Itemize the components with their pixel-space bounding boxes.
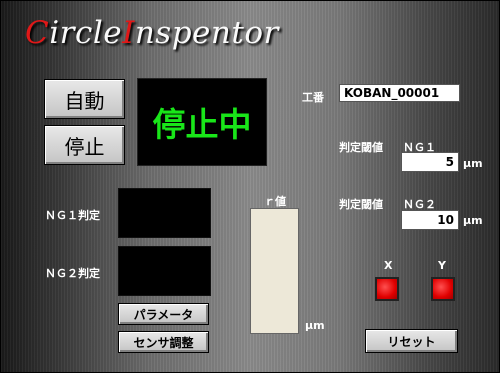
threshold-ng2-input[interactable]: 10: [401, 210, 459, 230]
ng1-judgment-display: [118, 188, 211, 238]
work-number-field[interactable]: KOBAN_00001: [339, 84, 460, 102]
status-display: 停止中: [137, 78, 267, 166]
x-indicator-lamp: [375, 277, 399, 301]
threshold-ng2-unit: μm: [463, 214, 483, 227]
threshold-ng2-label: 判定閾値: [339, 198, 383, 211]
auto-button[interactable]: 自動: [44, 79, 125, 119]
sensor-adjust-button[interactable]: センサ調整: [118, 331, 209, 353]
r-value-label: ｒ値: [264, 195, 286, 208]
x-indicator-label: X: [384, 259, 393, 272]
app-title: CircleInspentor: [25, 15, 279, 51]
work-number-label: 工番: [302, 91, 324, 104]
y-indicator-lamp: [431, 277, 455, 301]
circle-inspentor-window: CircleInspentor 自動 停止 停止中 ＮＧ１判定 ＮＧ２判定 パラ…: [0, 0, 500, 373]
ng2-judgment-display: [118, 246, 211, 296]
threshold-ng1-unit: μm: [463, 157, 483, 170]
parameters-button[interactable]: パラメータ: [118, 303, 209, 325]
y-indicator-label: Y: [438, 259, 446, 272]
threshold-ng1-label: 判定閾値: [339, 141, 383, 154]
reset-button[interactable]: リセット: [365, 329, 458, 353]
threshold-ng1-input[interactable]: 5: [401, 152, 459, 172]
r-value-unit: μm: [305, 319, 325, 332]
r-value-display: [250, 208, 299, 334]
ng1-judgment-label: ＮＧ１判定: [45, 209, 100, 222]
stop-button[interactable]: 停止: [44, 125, 125, 165]
ng2-judgment-label: ＮＧ２判定: [45, 267, 100, 280]
